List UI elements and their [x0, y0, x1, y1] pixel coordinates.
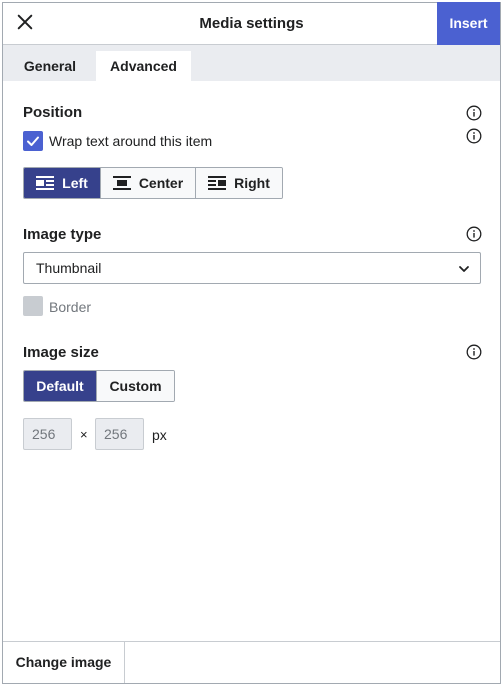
width-input[interactable]: 256	[23, 418, 72, 450]
align-left-icon	[36, 176, 55, 190]
dialog-header: Media settings Insert	[3, 2, 500, 45]
border-label: Border	[49, 299, 92, 315]
image-type-selected-value: Thumbnail	[36, 260, 102, 276]
insert-button[interactable]: Insert	[437, 2, 500, 45]
unit-label: px	[152, 427, 167, 443]
alignment-button-group: Left Center Right	[23, 167, 283, 199]
align-right-button[interactable]: Right	[196, 168, 282, 198]
align-center-icon	[112, 176, 131, 190]
position-heading: Position	[23, 104, 83, 121]
tab-general[interactable]: General	[11, 51, 89, 81]
close-icon	[16, 13, 34, 36]
align-left-button[interactable]: Left	[24, 168, 101, 198]
size-custom-button[interactable]: Custom	[97, 371, 174, 401]
image-type-heading: Image type	[23, 226, 102, 243]
position-info-icon[interactable]	[466, 105, 482, 121]
chevron-down-icon	[458, 262, 470, 274]
align-center-button[interactable]: Center	[101, 168, 196, 198]
align-left-label: Left	[62, 175, 88, 191]
wrap-text-checkbox[interactable]	[23, 131, 43, 151]
image-size-heading: Image size	[23, 344, 99, 361]
image-size-button-group: Default Custom	[23, 370, 175, 402]
border-checkbox[interactable]	[23, 296, 43, 316]
image-size-info-icon[interactable]	[466, 344, 482, 360]
image-type-dropdown[interactable]: Thumbnail	[23, 252, 481, 284]
image-type-info-icon[interactable]	[466, 226, 482, 242]
dialog-title: Media settings	[199, 15, 304, 32]
wrap-text-info-icon[interactable]	[466, 128, 482, 144]
tab-bar: General Advanced	[3, 45, 500, 81]
close-button[interactable]	[3, 3, 47, 45]
wrap-text-label: Wrap text around this item	[49, 133, 213, 149]
height-input[interactable]: 256	[95, 418, 144, 450]
change-image-button[interactable]: Change image	[3, 642, 125, 683]
dimension-separator: ×	[80, 427, 88, 442]
align-right-label: Right	[234, 175, 270, 191]
dialog-footer: Change image	[3, 641, 500, 683]
tab-advanced[interactable]: Advanced	[96, 51, 191, 81]
align-center-label: Center	[138, 175, 184, 191]
align-right-icon	[208, 176, 227, 190]
size-default-button[interactable]: Default	[24, 371, 97, 401]
media-settings-dialog: Media settings Insert General Advanced P…	[2, 2, 501, 684]
